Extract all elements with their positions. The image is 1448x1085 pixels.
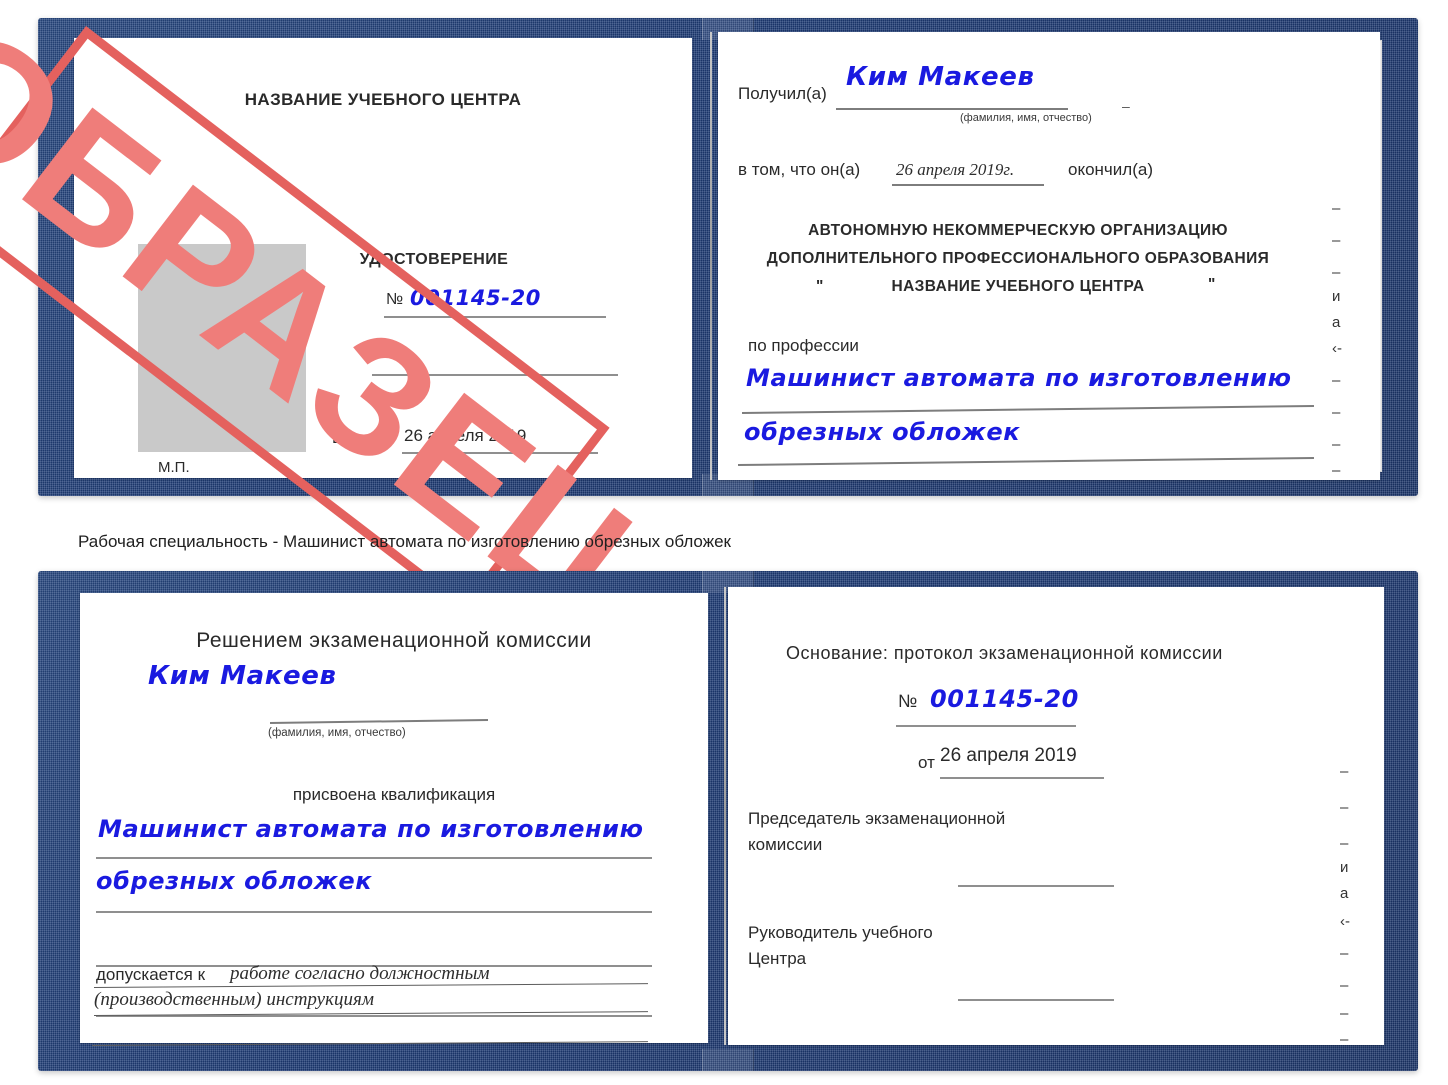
stamp-place-label: М.П. (158, 459, 190, 476)
edge-fragment-8: – (1332, 436, 1341, 453)
top-spine-line (710, 32, 712, 480)
top-right-page: Получил(а) Ким Макеев (фамилия, имя, отч… (718, 32, 1380, 480)
qualification-line-1: Машинист автомата по изготовлению (98, 815, 644, 843)
received-value: Ким Макеев (846, 62, 1035, 92)
org-line-3: НАЗВАНИЕ УЧЕБНОГО ЦЕНТРА (891, 278, 1145, 295)
protocol-number-label: № (898, 691, 918, 711)
edge-fragment-b4: а (1340, 885, 1349, 902)
fio-hint: (фамилия, имя, отчество) (960, 112, 1092, 124)
head-signature-rule (958, 999, 1114, 1001)
edge-fragment-3: и (1332, 288, 1341, 305)
received-label: Получил(а) (738, 84, 827, 103)
protocol-number-rule (896, 725, 1076, 727)
from-label: от (918, 753, 935, 772)
fio-hint-2: (фамилия, имя, отчество) (268, 727, 406, 739)
qualification-rule-1 (96, 857, 652, 859)
qualification-line-2: обрезных обложек (96, 867, 373, 895)
profession-rule-2 (738, 456, 1314, 466)
number-rule (384, 316, 606, 318)
org-title: НАЗВАНИЕ УЧЕБНОГО ЦЕНТРА (244, 90, 522, 109)
completion-date: 26 апреля 2019г. (896, 160, 1015, 179)
edge-fragment-b3: и (1340, 859, 1349, 876)
edge-fragment-b6: – (1340, 945, 1349, 962)
org-line-2: ДОПОЛНИТЕЛЬНОГО ПРОФЕССИОНАЛЬНОГО ОБРАЗО… (766, 250, 1270, 267)
edge-fragment-1: – (1332, 232, 1341, 249)
in-that-label: в том, что он(а) (738, 160, 861, 179)
bottom-left-page: Решением экзаменационной комиссии Ким Ма… (80, 593, 708, 1043)
received-rule (836, 108, 1068, 110)
edge-fragment-b9: – (1340, 1031, 1349, 1048)
edge-fragment-b8: – (1340, 1005, 1349, 1022)
chairman-line-2: комиссии (748, 835, 823, 854)
from-rule (940, 777, 1104, 779)
issued-label: Выдано (332, 430, 391, 447)
completion-date-rule (892, 184, 1044, 186)
edge-fragment-7: – (1332, 404, 1341, 421)
finished-label: окончил(а) (1068, 160, 1153, 179)
certificate-top-cover: НАЗВАНИЕ УЧЕБНОГО ЦЕНТРА УДОСТОВЕРЕНИЕ №… (38, 18, 1418, 496)
edge-fragment-6: – (1332, 372, 1341, 389)
certificate-bottom-cover: Решением экзаменационной комиссии Ким Ма… (38, 571, 1418, 1071)
protocol-number-value: 001145-20 (930, 685, 1079, 713)
edge-fragment-b5: ‹- (1340, 913, 1350, 930)
edge-fragment-0: – (1332, 200, 1341, 217)
edge-fragment-5: ‹- (1332, 340, 1342, 357)
chairman-line-1: Председатель экзаменационной (748, 809, 1006, 828)
top-left-page: НАЗВАНИЕ УЧЕБНОГО ЦЕНТРА УДОСТОВЕРЕНИЕ №… (74, 38, 692, 478)
profession-label: по профессии (748, 336, 859, 355)
edge-fragment-4: а (1332, 314, 1341, 331)
from-value: 26 апреля 2019 (940, 745, 1077, 766)
basis-label: Основание: протокол экзаменационной коми… (786, 643, 1223, 663)
org-line-1: АВТОНОМНУЮ НЕКОММЕРЧЕСКУЮ ОРГАНИЗАЦИЮ (808, 222, 1228, 239)
doc-type-label: УДОСТОВЕРЕНИЕ (359, 251, 509, 268)
number-value: 001145-20 (410, 286, 542, 310)
student-name-rule (270, 718, 488, 724)
profession-line-2: обрезных обложек (744, 418, 1021, 446)
qualification-rule-3 (96, 965, 652, 967)
qualification-rule-2 (96, 911, 652, 913)
profession-line-1: Машинист автомата по изготовлению (746, 364, 1292, 392)
bottom-right-page: Основание: протокол экзаменационной коми… (728, 587, 1384, 1048)
head-line-2: Центра (748, 949, 807, 968)
edge-fragment-b7: – (1340, 977, 1349, 994)
qualification-label: присвоена квалификация (292, 785, 496, 804)
org-quote-close: " (1208, 276, 1216, 293)
blank-rule-1 (372, 374, 618, 376)
issued-value: 26 апреля 2019 (404, 426, 527, 445)
edge-fragment-9: – (1332, 462, 1341, 479)
spine-bump-bottom-2 (702, 1049, 754, 1071)
edge-fragment-2: – (1332, 264, 1341, 281)
edge-fragment-b2: – (1340, 835, 1349, 852)
number-label: № (386, 291, 404, 308)
head-line-1: Руководитель учебного (748, 923, 933, 942)
student-name: Ким Макеев (148, 661, 337, 691)
received-dash: – (1122, 98, 1130, 114)
certificate-sample-page: НАЗВАНИЕ УЧЕБНОГО ЦЕНТРА УДОСТОВЕРЕНИЕ №… (0, 0, 1448, 1085)
edge-fragment-b0: – (1340, 763, 1349, 780)
photo-placeholder (138, 244, 306, 452)
issued-rule (402, 452, 598, 454)
qualification-rule-4 (96, 1015, 652, 1017)
decision-title: Решением экзаменационной комиссии (196, 629, 592, 652)
profession-rule-1 (742, 405, 1314, 414)
page-caption: Рабочая специальность - Машинист автомат… (78, 532, 731, 551)
edge-fragment-b1: – (1340, 799, 1349, 816)
bottom-spine-line (724, 587, 726, 1045)
chairman-signature-rule (958, 885, 1114, 887)
